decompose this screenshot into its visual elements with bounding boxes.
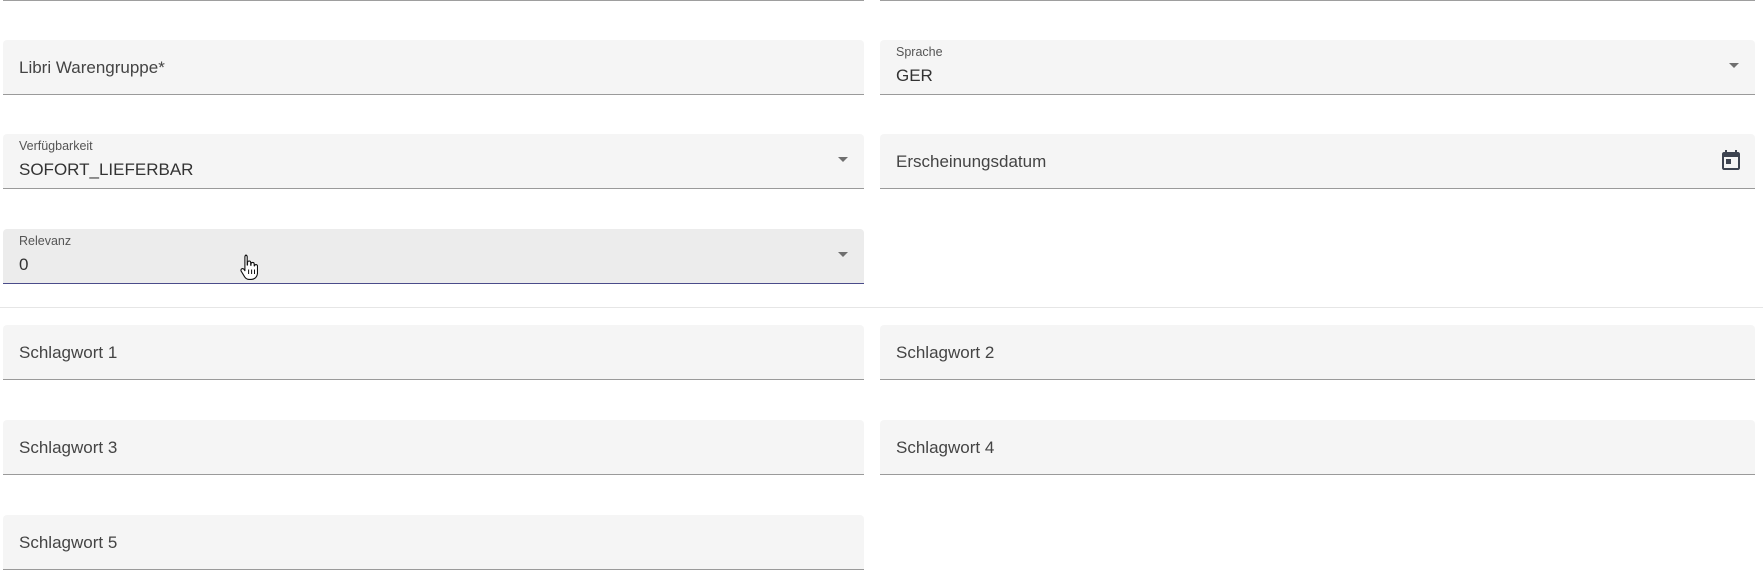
erscheinungsdatum-placeholder: Erscheinungsdatum <box>896 152 1047 171</box>
libri-warengruppe-input[interactable]: Libri Warengruppe* <box>3 40 864 95</box>
relevanz-select[interactable]: Relevanz 0 <box>3 229 864 284</box>
libri-warengruppe-placeholder: Libri Warengruppe* <box>19 58 165 77</box>
arrow-drop-down-icon[interactable] <box>1729 63 1739 68</box>
schlagwort-5-input[interactable]: Schlagwort 5 <box>3 515 864 570</box>
relevanz-value: 0 <box>19 255 29 274</box>
sprache-label: Sprache <box>896 45 943 59</box>
schlagwort-4-placeholder: Schlagwort 4 <box>896 438 995 457</box>
schlagwort-1-placeholder: Schlagwort 1 <box>19 343 118 362</box>
schlagwort-3-input[interactable]: Schlagwort 3 <box>3 420 864 475</box>
sprache-value: GER <box>896 66 933 85</box>
previous-field-underline-left <box>3 0 864 1</box>
schlagwort-5-placeholder: Schlagwort 5 <box>19 533 118 552</box>
arrow-drop-down-icon[interactable] <box>838 252 848 257</box>
verfuegbarkeit-value: SOFORT_LIEFERBAR <box>19 160 194 179</box>
sprache-select[interactable]: Sprache GER <box>880 40 1755 95</box>
schlagwort-3-placeholder: Schlagwort 3 <box>19 438 118 457</box>
calendar-icon[interactable] <box>1719 149 1743 173</box>
previous-field-underline-right <box>880 0 1755 1</box>
schlagwort-2-placeholder: Schlagwort 2 <box>896 343 995 362</box>
erscheinungsdatum-input[interactable]: Erscheinungsdatum <box>880 134 1755 189</box>
arrow-drop-down-icon[interactable] <box>838 157 848 162</box>
verfuegbarkeit-label: Verfügbarkeit <box>19 139 93 153</box>
section-divider <box>0 307 1763 308</box>
schlagwort-1-input[interactable]: Schlagwort 1 <box>3 325 864 380</box>
relevanz-label: Relevanz <box>19 234 72 248</box>
schlagwort-2-input[interactable]: Schlagwort 2 <box>880 325 1755 380</box>
schlagwort-4-input[interactable]: Schlagwort 4 <box>880 420 1755 475</box>
verfuegbarkeit-select[interactable]: Verfügbarkeit SOFORT_LIEFERBAR <box>3 134 864 189</box>
hand-cursor-icon <box>240 254 258 280</box>
